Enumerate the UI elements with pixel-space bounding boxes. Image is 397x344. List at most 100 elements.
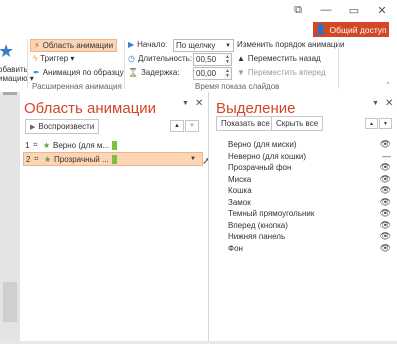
list-item-label: Миска xyxy=(228,174,252,184)
add-animation-button[interactable]: ★ обавить имацию ▾ xyxy=(0,41,34,83)
group-separator xyxy=(27,39,28,89)
add-animation-line1: обавить xyxy=(0,65,28,74)
delay-label-text: Задержка: xyxy=(140,68,180,77)
animation-pane: Область анимации ▼ ✕ ▶ Воспроизвести ▲ ▼… xyxy=(20,92,210,344)
group-label-advanced: Расширенная анимация xyxy=(32,82,122,91)
duration-label: ◷ Длительность: xyxy=(128,54,192,63)
list-item[interactable]: Кошка 👁 xyxy=(228,185,391,197)
list-item-label: Нижняя панель xyxy=(228,232,286,242)
clock-icon: ◷ xyxy=(128,54,135,63)
send-backward-button[interactable]: ▼ xyxy=(379,118,392,129)
list-item-label: Замок xyxy=(228,197,251,207)
group-separator xyxy=(124,39,125,89)
list-item[interactable]: Верно (для миски) 👁 xyxy=(228,139,391,151)
move-later-button[interactable]: ▼ Переместить вперед xyxy=(237,68,326,77)
eye-icon[interactable]: 👁 xyxy=(380,174,391,185)
brush-icon: ✒ xyxy=(33,68,40,77)
bring-forward-button[interactable]: ▲ xyxy=(365,118,378,129)
minimize-button[interactable]: — xyxy=(312,0,340,20)
start-select[interactable]: По щелчку ▼ xyxy=(173,39,234,52)
trigger-dropdown[interactable]: ϟ Триггер ▾ xyxy=(33,54,74,63)
duration-spinner[interactable]: ▲ ▼ xyxy=(224,53,232,66)
selection-pane-title: Выделение xyxy=(216,100,296,117)
duration-input[interactable]: 00,50 xyxy=(193,53,225,66)
scrollbar-track xyxy=(3,92,17,95)
ribbon: ★ обавить имацию ▾ ⚡ Область анимации ϟ … xyxy=(0,37,397,93)
close-window-button[interactable]: ✕ xyxy=(368,0,396,20)
add-animation-line2: имацию ▾ xyxy=(0,74,34,83)
move-down-button[interactable]: ▼ xyxy=(185,120,199,132)
mouse-click-icon: ⌗ xyxy=(34,154,39,163)
eye-icon[interactable]: 👁 xyxy=(380,185,391,196)
animation-index: 2 xyxy=(26,154,31,164)
move-up-button[interactable]: ▲ xyxy=(170,120,184,132)
selection-pane: Выделение ▼ ✕ Показать все Скрыть все ▲ … xyxy=(209,92,397,344)
selection-list: Верно (для миски) 👁 Неверно (для кошки) — … xyxy=(228,139,391,254)
eye-icon[interactable]: 👁 xyxy=(380,220,391,231)
group-label-timing: Время показа слайдов xyxy=(195,82,280,91)
maximize-button[interactable]: ▭ xyxy=(340,0,368,20)
scrollbar-thumb[interactable] xyxy=(3,282,17,322)
powerpoint-window: ⧉ — ▭ ✕ 👤 Общий доступ ★ обавить имацию … xyxy=(0,0,397,344)
animation-pane-label: Область анимации xyxy=(42,41,114,50)
lightning-icon: ϟ xyxy=(33,54,38,63)
close-pane-icon[interactable]: ✕ xyxy=(385,98,393,109)
eye-icon[interactable]: 👁 xyxy=(380,139,391,150)
effect-bar-icon xyxy=(111,154,117,164)
list-item[interactable]: Замок 👁 xyxy=(228,197,391,209)
star-icon: ★ xyxy=(0,41,15,61)
delay-input[interactable]: 00,00 xyxy=(193,67,225,80)
star-effect-icon: ★ xyxy=(43,140,51,150)
eye-icon[interactable]: 👁 xyxy=(380,162,391,173)
share-label: Общий доступ xyxy=(329,24,387,35)
list-item[interactable]: Темный прямоугольник 👁 xyxy=(228,208,391,220)
animation-item[interactable]: 1 ⌗ ★ Верно (для м... xyxy=(25,139,201,151)
close-pane-icon[interactable]: ✕ xyxy=(195,98,203,109)
eye-icon[interactable]: 👁 xyxy=(380,231,391,242)
animation-item-selected[interactable]: 2 ⌗ ★ Прозрачный ... ▼ xyxy=(23,152,203,166)
list-item-label: Фон xyxy=(228,243,243,253)
eye-icon[interactable]: 👁 xyxy=(380,197,391,208)
move-later-label: Переместить вперед xyxy=(247,68,326,77)
play-icon: ▶ xyxy=(30,123,36,131)
list-item-label: Верно (для миски) xyxy=(228,140,297,150)
pane-menu-icon[interactable]: ▼ xyxy=(372,100,379,107)
collapse-ribbon-icon[interactable]: ⌃ xyxy=(385,81,391,89)
show-all-button[interactable]: Показать все xyxy=(216,116,275,131)
list-item[interactable]: Фон 👁 xyxy=(228,243,391,255)
list-item[interactable]: Вперед (кнопка) 👁 xyxy=(228,220,391,232)
animation-painter-button[interactable]: ✒ Анимация по образцу xyxy=(33,68,124,77)
share-button[interactable]: 👤 Общий доступ xyxy=(313,22,389,37)
list-item[interactable]: Миска 👁 xyxy=(228,174,391,186)
pane-menu-icon[interactable]: ▼ xyxy=(182,100,189,107)
list-item-label: Прозрачный фон xyxy=(228,163,292,173)
hourglass-icon: ⌛ xyxy=(128,68,138,77)
duration-label-text: Длительность: xyxy=(137,54,193,63)
duration-value: 00,50 xyxy=(196,55,217,64)
animation-pane-title: Область анимации xyxy=(24,100,157,117)
eye-icon[interactable]: 👁 xyxy=(380,208,391,219)
chevron-down-icon: ▼ xyxy=(225,42,231,49)
list-item[interactable]: Неверно (для кошки) — xyxy=(228,151,391,163)
eye-hidden-icon[interactable]: — xyxy=(382,151,391,161)
restore-down-icon[interactable]: ⧉ xyxy=(284,0,312,20)
eye-icon[interactable]: 👁 xyxy=(380,243,391,254)
list-item[interactable]: Нижняя панель 👁 xyxy=(228,231,391,243)
effect-bar-icon xyxy=(112,140,118,150)
arrow-up-icon: ▲ xyxy=(237,54,245,63)
delay-value: 00,00 xyxy=(196,69,217,78)
mouse-click-icon: ⌗ xyxy=(33,140,38,149)
play-button[interactable]: ▶ Воспроизвести xyxy=(25,119,100,134)
move-earlier-button[interactable]: ▲ Переместить назад xyxy=(237,54,321,63)
delay-spinner[interactable]: ▲ ▼ xyxy=(224,67,232,80)
delay-label: ⌛ Задержка: xyxy=(128,68,180,77)
start-select-value: По щелчку xyxy=(176,41,216,50)
animation-pane-toggle[interactable]: ⚡ Область анимации xyxy=(30,39,118,52)
list-item[interactable]: Прозрачный фон 👁 xyxy=(228,162,391,174)
list-item-label: Темный прямоугольник xyxy=(228,209,315,219)
chevron-down-icon[interactable]: ▼ xyxy=(190,156,202,162)
list-item-label: Кошка xyxy=(228,186,252,196)
user-icon: 👤 xyxy=(315,24,327,34)
hide-all-button[interactable]: Скрыть все xyxy=(271,116,324,131)
animation-index: 1 xyxy=(25,140,30,150)
